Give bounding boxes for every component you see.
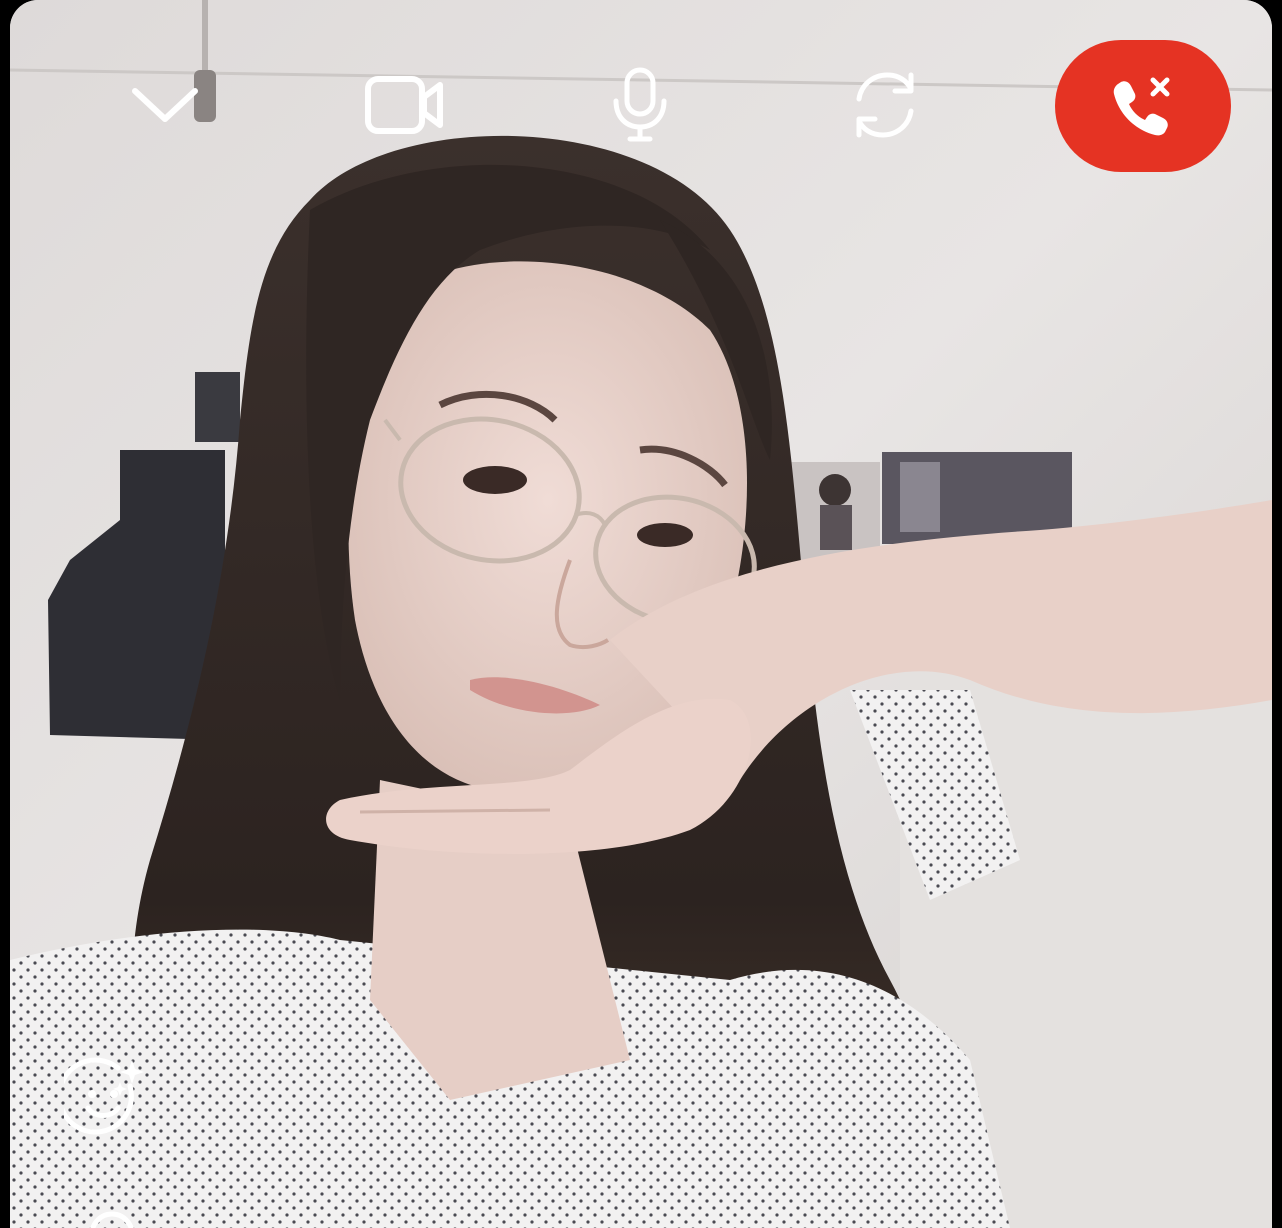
end-call-button[interactable] <box>1055 40 1231 172</box>
call-screen <box>10 0 1272 1228</box>
sparkle-face-icon <box>64 1057 144 1135</box>
collapse-button[interactable] <box>115 60 215 150</box>
effects-button[interactable] <box>58 1050 154 1146</box>
phone-hangup-icon <box>1113 77 1170 136</box>
video-toggle-button[interactable] <box>350 60 460 150</box>
microphone-toggle-button[interactable] <box>595 55 685 155</box>
more-button[interactable] <box>80 1200 144 1228</box>
video-camera-icon <box>365 76 443 134</box>
circle-icon <box>90 1211 134 1228</box>
flip-camera-icon <box>856 72 914 138</box>
chevron-down-icon <box>132 88 198 122</box>
flip-camera-button[interactable] <box>830 55 940 155</box>
call-control-bar <box>10 0 1272 200</box>
microphone-icon <box>613 67 667 142</box>
